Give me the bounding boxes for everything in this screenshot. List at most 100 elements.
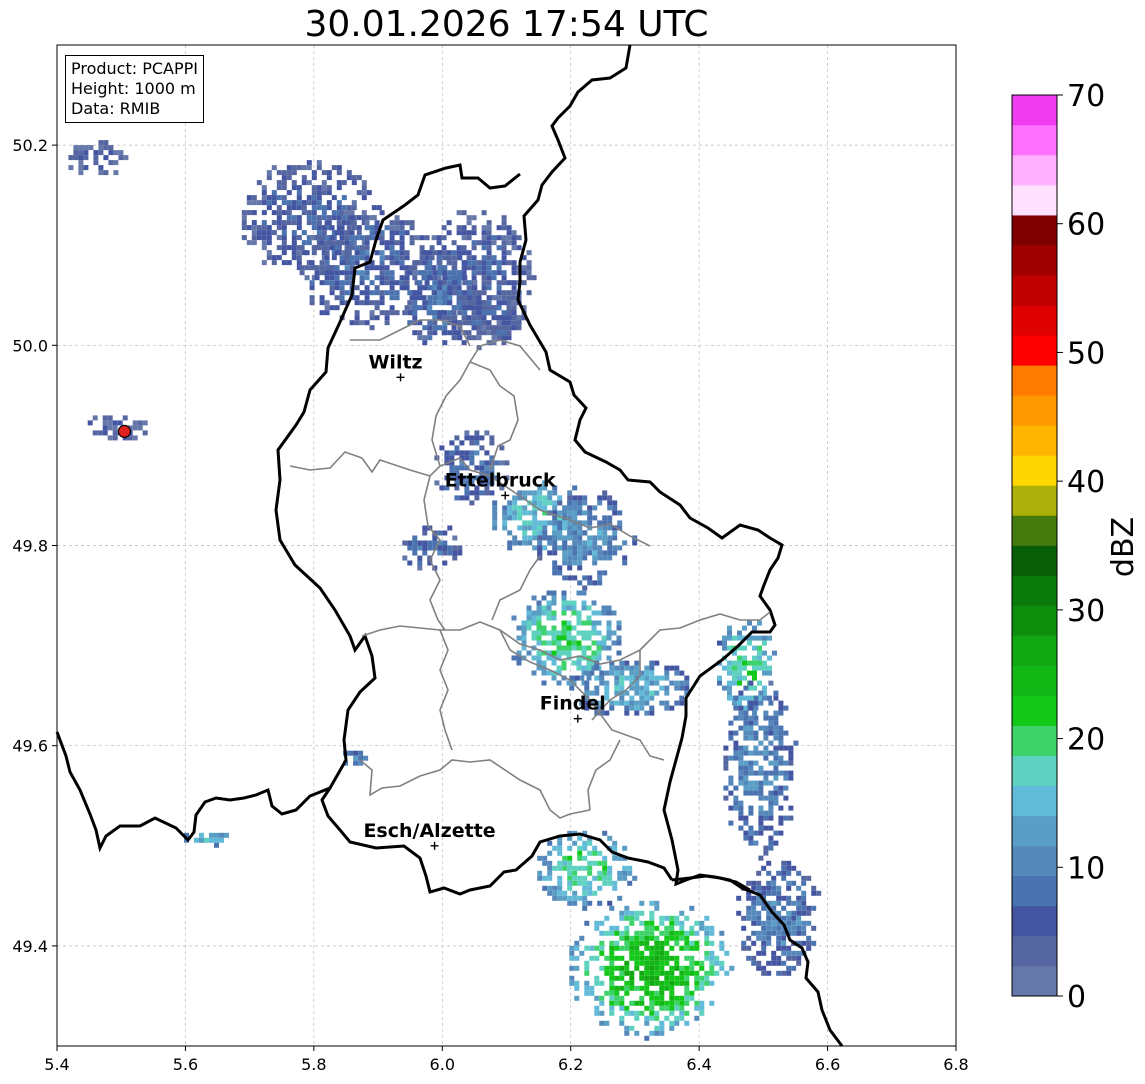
radar-pixel (768, 815, 774, 821)
radar-pixel (786, 880, 792, 886)
radar-pixel (634, 945, 640, 951)
radar-pixel (567, 860, 573, 866)
radar-pixel (746, 905, 752, 911)
radar-pixel (276, 255, 282, 261)
radar-pixel (738, 710, 744, 716)
radar-pixel (733, 730, 739, 736)
radar-pixel (567, 500, 573, 506)
radar-pixel (266, 170, 272, 176)
radar-pixel (627, 865, 633, 871)
radar-pixel (384, 280, 390, 286)
radar-pixel (679, 945, 685, 951)
radar-pixel (776, 930, 782, 936)
radar-pixel (634, 690, 640, 696)
radar-pixel (674, 930, 680, 936)
radar-pixel (471, 295, 477, 301)
radar-pixel (68, 165, 74, 171)
radar-pixel (597, 860, 603, 866)
radar-site-marker (117, 424, 132, 438)
radar-pixel (462, 310, 468, 316)
radar-pixel (567, 555, 573, 561)
radar-pixel (758, 785, 764, 791)
radar-pixel (281, 185, 287, 191)
radar-pixel (729, 965, 735, 971)
radar-pixel (587, 545, 593, 551)
radar-pixel (486, 310, 492, 316)
radar-pixel (142, 420, 148, 426)
radar-pixel (309, 235, 315, 241)
radar-pixel (359, 275, 365, 281)
colorbar-tick-label: 40 (1067, 465, 1105, 500)
radar-pixel (457, 300, 463, 306)
radar-pixel (472, 280, 478, 286)
radar-pixel (753, 785, 759, 791)
radar-pixel (276, 225, 282, 231)
radar-pixel (526, 610, 532, 616)
radar-pixel (324, 260, 330, 266)
radar-pixel (791, 965, 797, 971)
radar-pixel (451, 335, 457, 341)
radar-pixel (537, 550, 543, 556)
radar-pixel (452, 315, 458, 321)
radar-pixel (491, 305, 497, 311)
radar-pixel (689, 955, 695, 961)
radar-pixel (748, 750, 754, 756)
radar-pixel (546, 605, 552, 611)
radar-pixel (748, 780, 754, 786)
radar-pixel (349, 320, 355, 326)
radar-pixel (422, 270, 428, 276)
radar-pixel (517, 505, 523, 511)
radar-pixel (417, 295, 423, 301)
radar-pixel (788, 775, 794, 781)
radar-pixel (502, 510, 508, 516)
colorbar-tick-label: 10 (1067, 851, 1105, 886)
radar-pixel (447, 290, 453, 296)
radar-pixel (541, 630, 547, 636)
radar-pixel (786, 895, 792, 901)
radar-pixel (431, 250, 437, 256)
radar-pixel (331, 210, 337, 216)
radar-pixel (592, 850, 598, 856)
radar-pixel (609, 1000, 615, 1006)
radar-pixel (592, 540, 598, 546)
radar-pixel (659, 685, 665, 691)
radar-pixel (763, 815, 769, 821)
radar-pixel (576, 615, 582, 621)
radar-pixel (722, 685, 727, 691)
radar-pixel (456, 245, 462, 251)
radar-pixel (412, 310, 418, 316)
radar-pixel (309, 260, 315, 266)
radar-pixel (609, 1010, 615, 1016)
radar-pixel (281, 170, 287, 176)
radar-pixel (596, 630, 602, 636)
radar-pixel (346, 205, 352, 211)
radar-pixel (639, 900, 645, 906)
radar-pixel (394, 260, 400, 266)
radar-pixel (582, 550, 588, 556)
radar-pixel (619, 1020, 625, 1026)
radar-pixel (306, 180, 312, 186)
radar-pixel (572, 550, 578, 556)
radar-pixel (584, 945, 590, 951)
colorbar-swatch (1012, 365, 1057, 396)
radar-pixel (506, 325, 512, 331)
radar-pixel (324, 300, 330, 306)
radar-pixel (384, 275, 390, 281)
radar-pixel (761, 965, 767, 971)
radar-pixel (442, 310, 448, 316)
radar-pixel (512, 540, 518, 546)
radar-pixel (592, 555, 598, 561)
radar-pixel (617, 875, 623, 881)
radar-pixel (572, 870, 578, 876)
radar-pixel (437, 310, 443, 316)
radar-pixel (597, 550, 603, 556)
radar-pixel (816, 890, 822, 896)
radar-pixel (251, 230, 257, 236)
radar-pixel (441, 245, 447, 251)
radar-pixel (316, 190, 322, 196)
radar-pixel (334, 250, 340, 256)
radar-pixel (404, 305, 410, 311)
radar-pixel (417, 565, 423, 571)
radar-pixel (624, 910, 630, 916)
radar-pixel (577, 525, 583, 531)
